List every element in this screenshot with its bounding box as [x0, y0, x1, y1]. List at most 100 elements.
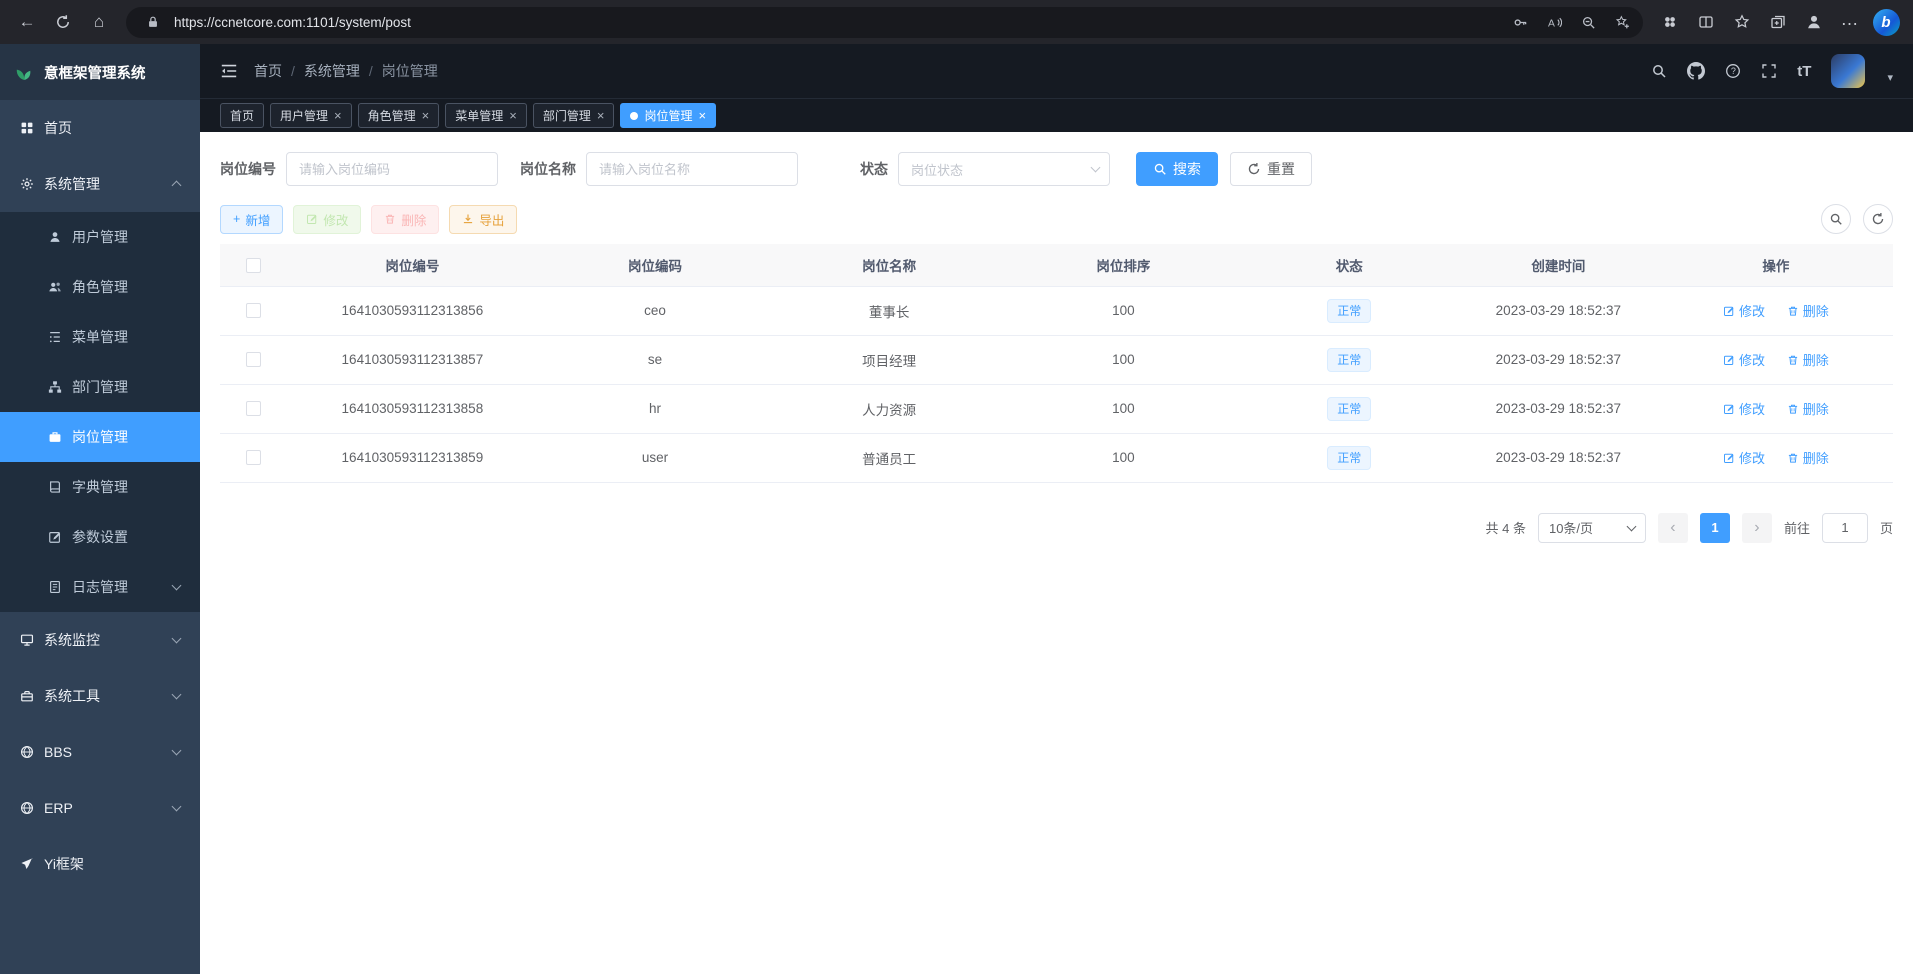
sidebar-item-log-management[interactable]: 日志管理: [0, 562, 200, 612]
sidebar-item-param-settings[interactable]: 参数设置: [0, 512, 200, 562]
plus-icon: +: [233, 212, 240, 226]
paper-plane-icon: [20, 857, 34, 871]
trash-icon: [1787, 305, 1799, 317]
help-icon[interactable]: [1725, 63, 1741, 79]
row-delete-link[interactable]: 删除: [1787, 448, 1829, 467]
split-screen-icon[interactable]: [1689, 6, 1723, 38]
sidebar-item-post-management[interactable]: 岗位管理: [0, 412, 200, 462]
sidebar-item-dept-management[interactable]: 部门管理: [0, 362, 200, 412]
app-logo[interactable]: 意框架管理系统: [0, 44, 200, 100]
user-avatar[interactable]: [1831, 54, 1865, 88]
cell-post-name: 董事长: [772, 286, 1006, 335]
column-post-sort: 岗位排序: [1006, 244, 1240, 286]
reset-button[interactable]: 重置: [1230, 152, 1312, 186]
row-edit-link[interactable]: 修改: [1723, 448, 1765, 467]
sidebar-item-dict-management[interactable]: 字典管理: [0, 462, 200, 512]
sidebar-item-system-tools[interactable]: 系统工具: [0, 668, 200, 724]
row-edit-link[interactable]: 修改: [1723, 301, 1765, 320]
add-button[interactable]: + 新增: [220, 205, 283, 234]
column-actions: 操作: [1659, 244, 1893, 286]
browser-back-button[interactable]: ←: [10, 6, 44, 38]
zoom-out-icon[interactable]: [1575, 9, 1601, 35]
row-checkbox[interactable]: [246, 352, 261, 367]
avatar-caret-icon[interactable]: ▾: [1887, 71, 1893, 88]
breadcrumb-system[interactable]: 系统管理: [304, 61, 360, 81]
row-edit-link[interactable]: 修改: [1723, 399, 1765, 418]
sidebar-item-system-monitor[interactable]: 系统监控: [0, 612, 200, 668]
export-button[interactable]: 导出: [449, 205, 517, 234]
sidebar-item-system-management[interactable]: 系统管理: [0, 156, 200, 212]
row-delete-link[interactable]: 删除: [1787, 350, 1829, 369]
page-size-select[interactable]: 10条/页: [1538, 513, 1646, 543]
header-search-icon[interactable]: [1651, 63, 1667, 79]
sidebar-item-menu-management[interactable]: 菜单管理: [0, 312, 200, 362]
breadcrumb-home[interactable]: 首页: [254, 61, 282, 81]
extensions-icon[interactable]: [1653, 6, 1687, 38]
chevron-down-icon: [172, 634, 182, 644]
row-delete-link[interactable]: 删除: [1787, 399, 1829, 418]
status-select[interactable]: 岗位状态: [898, 152, 1110, 186]
toggle-search-button[interactable]: [1821, 204, 1851, 234]
tag-menu-management[interactable]: 菜单管理 ×: [445, 103, 527, 128]
sidebar-item-erp[interactable]: ERP: [0, 780, 200, 836]
close-icon[interactable]: ×: [422, 109, 430, 122]
prev-page-button: ‹: [1658, 513, 1688, 543]
tag-dept-management[interactable]: 部门管理 ×: [533, 103, 615, 128]
page-number-1[interactable]: 1: [1700, 513, 1730, 543]
sidebar-item-role-management[interactable]: 角色管理: [0, 262, 200, 312]
sidebar-item-home[interactable]: 首页: [0, 100, 200, 156]
browser-refresh-button[interactable]: [46, 6, 80, 38]
goto-page-input[interactable]: [1822, 513, 1868, 543]
collections-icon[interactable]: [1761, 6, 1795, 38]
refresh-icon: [1247, 162, 1261, 176]
browser-profile-avatar[interactable]: [1797, 6, 1831, 38]
row-checkbox[interactable]: [246, 450, 261, 465]
column-status: 状态: [1241, 244, 1458, 286]
trash-icon: [1787, 354, 1799, 366]
address-bar[interactable]: https://ccnetcore.com:1101/system/post: [126, 7, 1643, 38]
tag-home[interactable]: 首页: [220, 103, 264, 128]
lock-icon: [140, 9, 166, 35]
chevron-up-icon: [172, 181, 182, 191]
browser-toolbar: ← ⌂ https://ccnetcore.com:1101/system/po…: [0, 0, 1913, 44]
leaf-logo-icon: [14, 62, 34, 82]
favorites-icon[interactable]: [1725, 6, 1759, 38]
select-all-checkbox[interactable]: [246, 258, 261, 273]
fullscreen-icon[interactable]: [1761, 63, 1777, 79]
tag-user-management[interactable]: 用户管理 ×: [270, 103, 352, 128]
post-code-label: 岗位编号: [220, 159, 276, 179]
sidebar-item-yi-framework[interactable]: Yi框架: [0, 836, 200, 892]
cell-created: 2023-03-29 18:52:37: [1458, 286, 1659, 335]
github-icon[interactable]: [1687, 62, 1705, 80]
breadcrumb-separator: /: [291, 63, 295, 79]
refresh-table-button[interactable]: [1863, 204, 1893, 234]
sidebar-item-user-management[interactable]: 用户管理: [0, 212, 200, 262]
browser-home-button[interactable]: ⌂: [82, 6, 116, 38]
search-button[interactable]: 搜索: [1136, 152, 1218, 186]
font-size-icon[interactable]: tT: [1797, 63, 1811, 80]
breadcrumb-current: 岗位管理: [382, 61, 438, 81]
close-icon[interactable]: ×: [597, 109, 605, 122]
status-badge: 正常: [1327, 348, 1371, 372]
close-icon[interactable]: ×: [698, 109, 706, 122]
tag-role-management[interactable]: 角色管理 ×: [358, 103, 440, 128]
post-name-input[interactable]: [586, 152, 798, 186]
password-key-icon[interactable]: [1507, 9, 1533, 35]
tag-post-management[interactable]: 岗位管理 ×: [620, 103, 716, 128]
book-icon: [48, 480, 62, 494]
row-edit-link[interactable]: 修改: [1723, 350, 1765, 369]
sidebar-toggle-icon[interactable]: [220, 62, 238, 80]
copilot-icon[interactable]: b: [1869, 6, 1903, 38]
add-favorite-icon[interactable]: [1609, 9, 1635, 35]
row-delete-link[interactable]: 删除: [1787, 301, 1829, 320]
close-icon[interactable]: ×: [509, 109, 517, 122]
post-code-input[interactable]: [286, 152, 498, 186]
close-icon[interactable]: ×: [334, 109, 342, 122]
table-row: 1641030593112313856 ceo 董事长 100 正常 2023-…: [220, 286, 1893, 335]
sidebar-item-bbs[interactable]: BBS: [0, 724, 200, 780]
read-aloud-icon[interactable]: [1541, 9, 1567, 35]
row-checkbox[interactable]: [246, 401, 261, 416]
trash-icon: [384, 213, 396, 225]
row-checkbox[interactable]: [246, 303, 261, 318]
browser-settings-icon[interactable]: …: [1833, 3, 1867, 35]
